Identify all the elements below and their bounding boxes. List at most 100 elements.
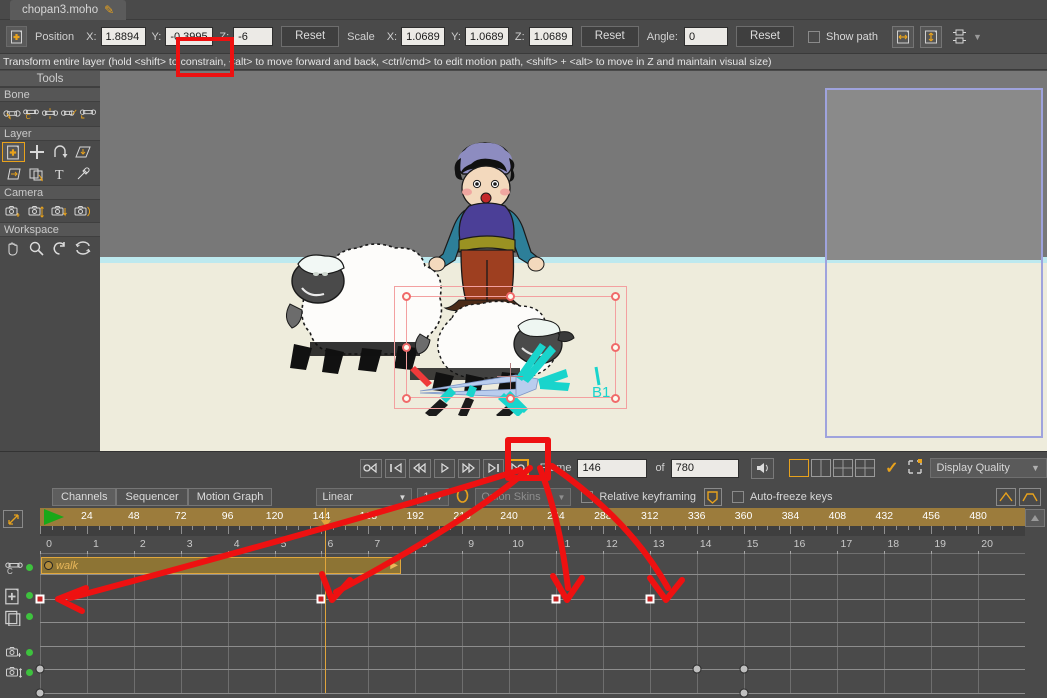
keyframe-marker[interactable] — [551, 594, 561, 604]
bone-select-icon[interactable] — [2, 103, 21, 123]
crop-icon[interactable] — [907, 458, 924, 478]
layer-scale-icon[interactable] — [4, 609, 21, 629]
keyframe-marker[interactable] — [645, 594, 655, 604]
bone-strength-icon[interactable] — [60, 103, 79, 123]
reset-position-button[interactable]: Reset — [281, 26, 340, 47]
channel-enabled-dot[interactable] — [26, 564, 33, 571]
transform-more-icon[interactable]: ▼ — [950, 27, 982, 47]
layout-four-view-button[interactable] — [855, 459, 876, 477]
bone-offset-icon[interactable] — [79, 103, 98, 123]
scroll-up-icon[interactable] — [1025, 509, 1045, 527]
position-y-input[interactable] — [165, 27, 214, 46]
camera-track-icon[interactable] — [4, 645, 24, 663]
timeline[interactable]: C 0 24 48 72 96 120 144 168 192 216 240 264 288 312 33… — [0, 508, 1047, 698]
selection-handle-bc[interactable] — [506, 394, 515, 403]
keyframe-marker[interactable] — [35, 688, 45, 698]
magnifier-icon[interactable] — [25, 238, 48, 258]
timeline-ruler-frames[interactable]: 0 24 48 72 96 120 144 168 192 216 240 264 288 312 336 3… — [40, 508, 1025, 526]
keyframe-marker[interactable] — [35, 664, 45, 674]
step-forward-button[interactable] — [458, 458, 480, 478]
tab-channels[interactable]: Channels — [52, 488, 117, 506]
eyedropper-icon[interactable] — [71, 164, 94, 184]
camera-zoom-icon[interactable] — [4, 665, 24, 683]
keyframe-marker[interactable] — [35, 594, 45, 604]
loop-play-button[interactable] — [507, 458, 529, 478]
layout-two-view-button[interactable] — [811, 459, 832, 477]
check-icon[interactable]: ✓ — [885, 458, 898, 478]
motion-track-end-marker[interactable]: ▶ — [390, 560, 398, 571]
step-back-button[interactable] — [409, 458, 431, 478]
show-path-checkbox[interactable]: Show path — [807, 30, 878, 43]
bone-rotate-icon[interactable]: C — [4, 560, 24, 578]
animation-canvas[interactable]: B1 — [100, 71, 1047, 451]
channel-enabled-dot[interactable] — [26, 649, 33, 656]
hand-icon[interactable] — [2, 238, 25, 258]
flip-horizontal-icon[interactable] — [891, 25, 914, 48]
layout-three-view-button[interactable] — [833, 459, 854, 477]
document-tab[interactable]: chopan3.moho ✎ — [10, 0, 127, 20]
camera-roll-icon[interactable] — [48, 201, 71, 221]
speaker-icon[interactable] — [750, 457, 775, 479]
camera-track-icon[interactable] — [2, 201, 25, 221]
layer-move-icon[interactable] — [25, 142, 48, 162]
orbit-icon[interactable] — [71, 238, 94, 258]
motion-track-walk[interactable]: walk ▶ — [41, 557, 401, 574]
angle-input[interactable] — [683, 27, 728, 46]
rewind-to-start-button[interactable] — [360, 458, 382, 478]
scale-y-input[interactable] — [464, 27, 509, 46]
layer-translate-icon[interactable] — [4, 588, 21, 608]
selection-handle-br[interactable] — [611, 394, 620, 403]
timeline-scrollbar[interactable] — [1025, 508, 1047, 693]
motion-track-start-marker[interactable] — [44, 561, 53, 570]
selection-handle-tc[interactable] — [506, 292, 515, 301]
frame-input[interactable] — [577, 458, 648, 478]
next-keyframe-button[interactable] — [482, 458, 505, 478]
rotate-icon[interactable] — [48, 238, 71, 258]
keyframe-marker[interactable] — [739, 664, 749, 674]
onion-skin-icon[interactable] — [455, 488, 470, 506]
position-x-input[interactable] — [100, 27, 146, 46]
channel-enabled-dot[interactable] — [26, 669, 33, 676]
layer-transform-icon[interactable] — [6, 26, 27, 47]
shield-icon[interactable] — [703, 488, 722, 506]
onion-skins-dropdown[interactable]: Onion Skins ▼ — [475, 488, 572, 506]
expand-arrows-icon[interactable] — [3, 510, 23, 528]
total-frames-input[interactable] — [670, 458, 739, 478]
scale-x-input[interactable] — [401, 27, 446, 46]
layout-single-view-button[interactable] — [789, 459, 810, 477]
auto-freeze-keys-checkbox[interactable]: Auto-freeze keys — [731, 491, 833, 503]
timeline-start-marker[interactable] — [44, 509, 64, 525]
layer-transform-icon[interactable] — [2, 142, 25, 162]
channel-enabled-dot[interactable] — [26, 613, 33, 620]
relative-keyframing-checkbox[interactable]: Relative keyframing — [581, 491, 696, 503]
ease-in-icon[interactable] — [996, 488, 1016, 506]
interpolation-dropdown[interactable]: Linear ▼ — [316, 488, 413, 506]
layer-shear-icon[interactable] — [71, 142, 94, 162]
play-button[interactable] — [433, 458, 456, 478]
text-icon[interactable]: T — [48, 164, 71, 184]
layer-origin-icon[interactable] — [25, 164, 48, 184]
selection-handle-bl[interactable] — [402, 394, 411, 403]
scale-z-input[interactable] — [528, 27, 573, 46]
bone-rotate-icon[interactable]: C — [21, 103, 40, 123]
reset-angle-button[interactable]: Reset — [735, 26, 794, 47]
layer-flip-icon[interactable] — [2, 164, 25, 184]
camera-pantilt-icon[interactable] — [71, 201, 94, 221]
reset-scale-button[interactable]: Reset — [580, 26, 639, 47]
keyframe-marker[interactable] — [692, 664, 702, 674]
playhead-handle[interactable] — [321, 520, 332, 527]
tab-sequencer[interactable]: Sequencer — [116, 488, 188, 506]
ease-flat-icon[interactable] — [1019, 488, 1041, 506]
display-quality-dropdown[interactable]: Display Quality ▼ — [929, 458, 1047, 478]
position-z-input[interactable] — [233, 27, 274, 46]
selection-handle-tr[interactable] — [611, 292, 620, 301]
selection-handle-mr[interactable] — [611, 343, 620, 352]
channel-enabled-dot[interactable] — [26, 592, 33, 599]
keyframe-marker[interactable] — [739, 688, 749, 698]
bone-scale-icon[interactable] — [40, 103, 59, 123]
previous-keyframe-button[interactable] — [384, 458, 407, 478]
camera-zoom-icon[interactable] — [25, 201, 48, 221]
timeline-ruler-seconds[interactable]: 0 1 2 3 4 5 6 7 8 9 10 11 12 13 14 15 16 17 18 19 20 — [40, 538, 1025, 556]
timeline-playhead[interactable] — [325, 508, 327, 693]
flip-vertical-icon[interactable] — [919, 25, 942, 48]
